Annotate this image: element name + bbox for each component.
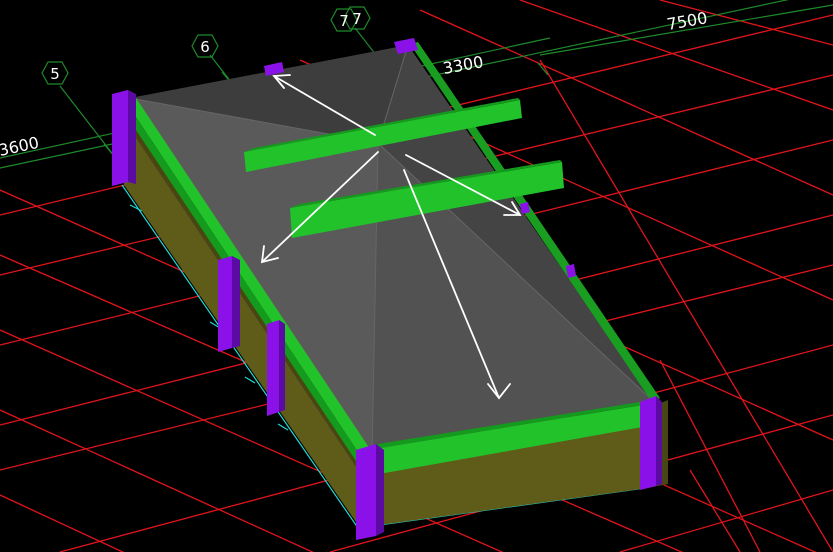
building-model[interactable]	[112, 38, 668, 540]
dimension-right: 7500	[665, 8, 708, 34]
axis-label-5: 5	[50, 65, 60, 83]
column-left-mid-1	[218, 256, 232, 352]
column-front-left	[356, 444, 376, 540]
dimension-left: 3600	[0, 133, 41, 160]
axis-label-7b: 7	[352, 10, 362, 28]
axis-label-6: 6	[200, 38, 210, 56]
dimension-mid: 3300	[441, 52, 484, 78]
column-back-right	[394, 38, 418, 54]
cad-3d-viewport[interactable]: 5 6 7 7 3600 3300 7500	[0, 0, 833, 552]
column-front-right	[640, 396, 656, 490]
column-left-mid-2	[267, 320, 279, 416]
column-back-left	[112, 90, 128, 186]
axis-label-7a: 7	[339, 12, 349, 30]
